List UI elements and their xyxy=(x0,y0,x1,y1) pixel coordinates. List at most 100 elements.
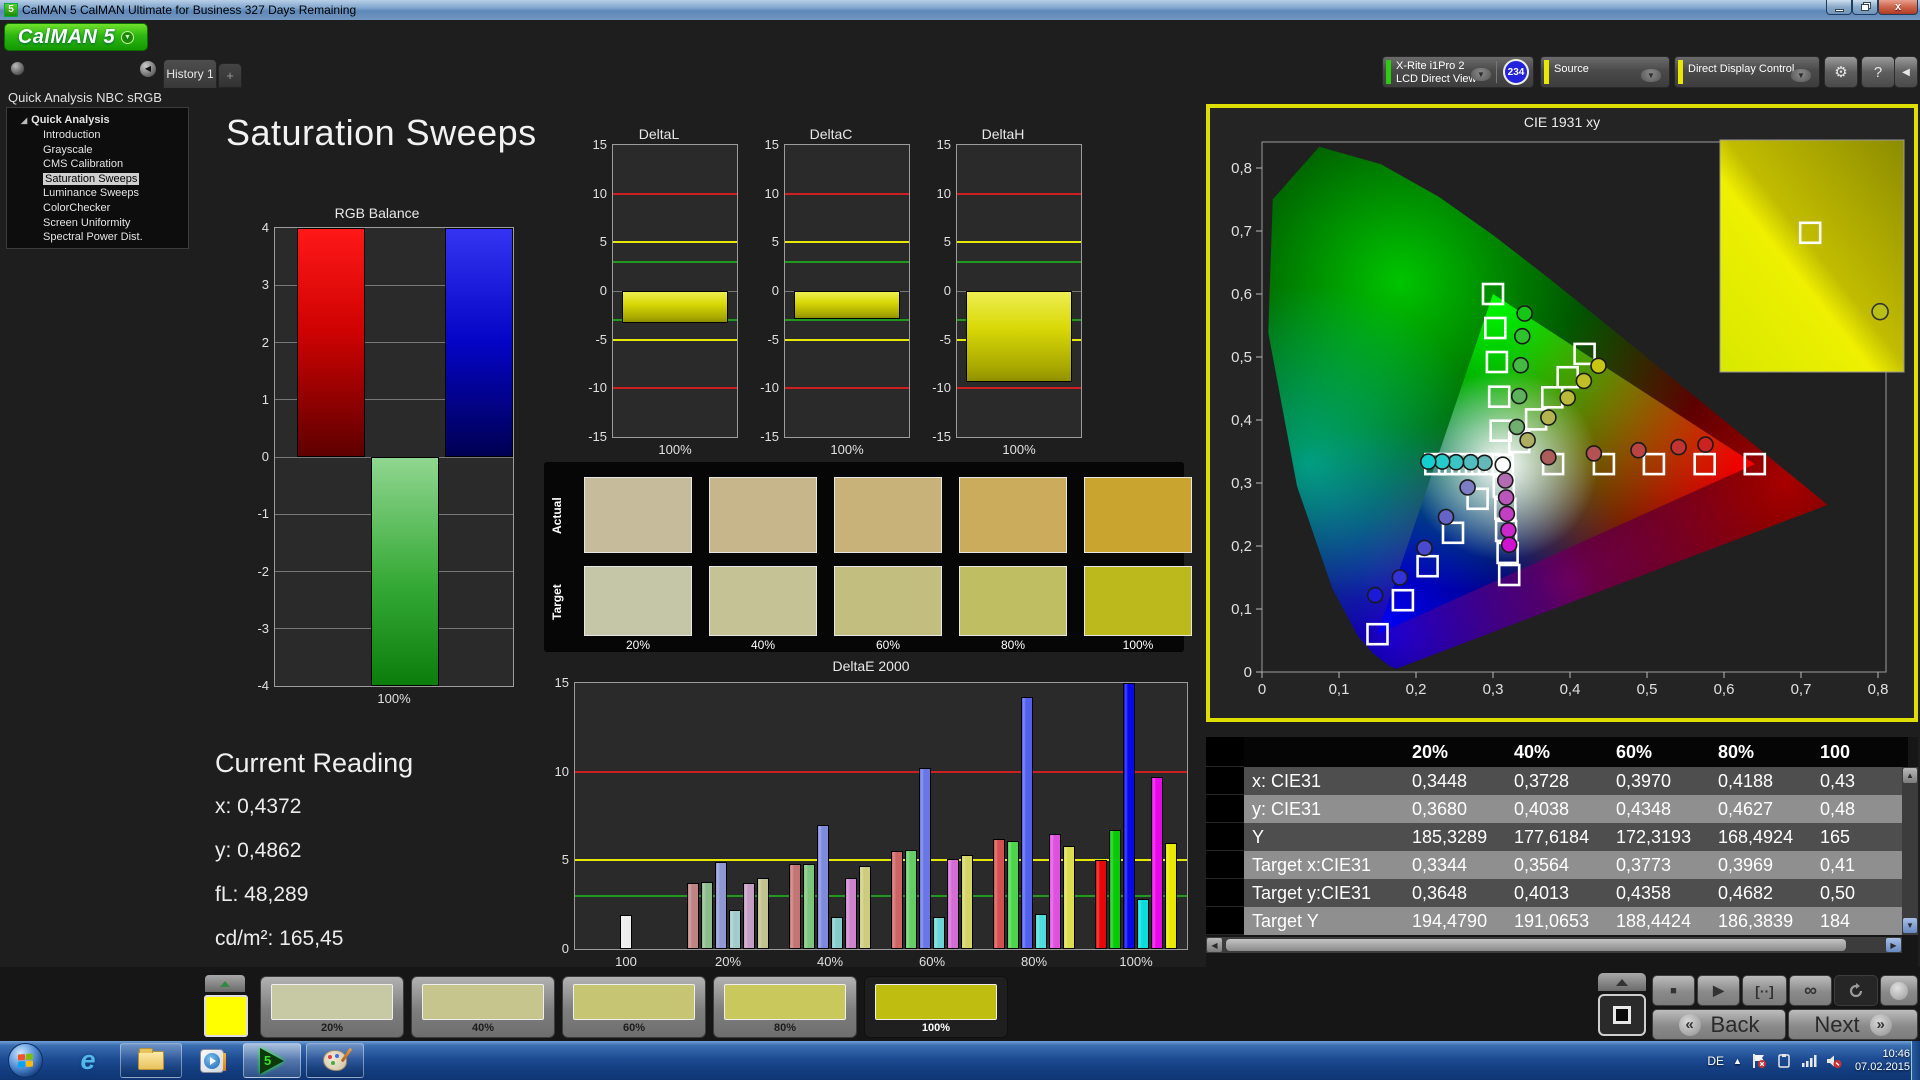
help-button[interactable]: ? xyxy=(1861,56,1895,88)
right-panel-collapse-button[interactable]: ◀ xyxy=(1894,56,1918,88)
sidebar-item-spectral-power-dist-[interactable]: Spectral Power Dist. xyxy=(7,230,188,245)
limit-line xyxy=(957,193,1081,195)
meter-count-badge[interactable]: 234 xyxy=(1503,59,1529,85)
current-pattern-swatch[interactable] xyxy=(204,995,248,1037)
record-button[interactable] xyxy=(1880,975,1918,1006)
deltae-bar xyxy=(859,866,871,949)
refresh-button[interactable] xyxy=(1834,975,1878,1006)
language-indicator[interactable]: DE xyxy=(1707,1054,1724,1068)
table-value-cell: 184 xyxy=(1812,907,1908,935)
restore-button[interactable] xyxy=(1852,0,1878,15)
settings-button[interactable]: ⚙ xyxy=(1824,56,1858,88)
pattern-level-40[interactable]: 40% xyxy=(411,976,555,1038)
cie-measured-point xyxy=(1541,450,1556,465)
scroll-down-button[interactable]: ▼ xyxy=(1903,918,1917,933)
cie-measured-point xyxy=(1460,480,1475,495)
add-tab-button[interactable]: + xyxy=(218,63,242,88)
deltae-bar xyxy=(947,859,959,949)
deltae-bar xyxy=(789,864,801,949)
source-dropdown[interactable]: Source ▼ xyxy=(1540,56,1670,88)
stop-button[interactable]: ■ xyxy=(1652,975,1695,1006)
media-player-icon[interactable] xyxy=(190,1043,234,1078)
scroll-left-button[interactable]: ◀ xyxy=(1207,938,1222,952)
internet-explorer-icon[interactable]: e xyxy=(68,1043,108,1078)
svg-text:0,1: 0,1 xyxy=(1231,601,1252,618)
target-swatch xyxy=(584,566,692,636)
sidebar-item-luminance-sweeps[interactable]: Luminance Sweeps xyxy=(7,186,188,201)
y-tick-label: -10 xyxy=(921,380,951,395)
back-button[interactable]: « Back xyxy=(1652,1009,1786,1040)
paint-taskbar-icon[interactable] xyxy=(306,1043,364,1078)
next-button[interactable]: Next » xyxy=(1788,1009,1918,1040)
start-button[interactable] xyxy=(8,1043,43,1078)
reading-fl: fL: 48,289 xyxy=(215,883,308,907)
meter-dropdown[interactable]: X-Rite i1Pro 2 LCD Direct View ▼ 234 xyxy=(1382,56,1534,88)
rgb-balance-plot: 43210-1-2-3-4 xyxy=(274,227,514,687)
pattern-level-label: 20% xyxy=(261,1022,403,1034)
table-value-cell: 0,4013 xyxy=(1506,879,1608,907)
table-value-cell: 0,3728 xyxy=(1506,767,1608,795)
delta-bar xyxy=(794,291,900,319)
calman-logo[interactable]: CalMAN 5 ▼ xyxy=(4,23,148,51)
close-icon: x xyxy=(1895,1,1901,13)
table-gutter xyxy=(1206,767,1244,795)
action-center-icon[interactable] xyxy=(1751,1053,1767,1069)
sidebar-item-introduction[interactable]: Introduction xyxy=(7,128,188,143)
play-button[interactable]: ▶ xyxy=(1697,975,1740,1006)
close-button[interactable]: x xyxy=(1878,0,1918,15)
chevron-up-icon xyxy=(1616,979,1628,986)
svg-text:0,5: 0,5 xyxy=(1637,681,1658,698)
sidebar-collapse-button[interactable]: ◀ xyxy=(140,61,156,77)
deltae-bar xyxy=(1035,914,1047,949)
svg-text:0,4: 0,4 xyxy=(1560,681,1581,698)
network-icon[interactable] xyxy=(1801,1053,1817,1069)
show-desktop-button[interactable] xyxy=(1911,1041,1920,1080)
sidebar-item-colorchecker[interactable]: ColorChecker xyxy=(7,201,188,216)
table-header-row: 20%40%60%80%100 xyxy=(1206,737,1918,767)
target-swatch xyxy=(709,566,817,636)
pattern-window-button[interactable] xyxy=(1598,994,1646,1036)
pattern-level-80[interactable]: 80% xyxy=(713,976,857,1038)
minimize-button[interactable] xyxy=(1826,0,1852,15)
cie-measured-point xyxy=(1449,455,1464,470)
reading-y: y: 0,4862 xyxy=(215,839,301,863)
clock[interactable]: 10:46 07.02.2015 xyxy=(1855,1048,1910,1074)
tree-root-quick-analysis[interactable]: ◢Quick Analysis xyxy=(7,113,188,128)
deltae-bar xyxy=(757,878,769,949)
bracket-button[interactable]: [··] xyxy=(1742,975,1787,1006)
calman-taskbar-icon[interactable]: 5 xyxy=(243,1043,301,1078)
display-control-label: Direct Display Control xyxy=(1688,63,1794,76)
table-gutter xyxy=(1206,879,1244,907)
deltae-bar xyxy=(905,850,917,949)
pattern-level-20[interactable]: 20% xyxy=(260,976,404,1038)
pattern-level-60[interactable]: 60% xyxy=(562,976,706,1038)
tray-expand-icon[interactable]: ▲ xyxy=(1733,1056,1742,1066)
y-tick-label: -3 xyxy=(239,621,269,636)
table-value-cell: 0,3773 xyxy=(1608,851,1710,879)
nav-record-icon[interactable] xyxy=(10,61,25,76)
sidebar-item-saturation-sweeps[interactable]: Saturation Sweeps xyxy=(7,172,188,187)
sidebar-item-screen-uniformity[interactable]: Screen Uniformity xyxy=(7,216,188,231)
horizontal-scroll-thumb[interactable] xyxy=(1226,939,1846,951)
pattern-collapse-button[interactable] xyxy=(205,975,245,992)
volume-muted-icon[interactable] xyxy=(1826,1053,1842,1069)
hardware-icon[interactable] xyxy=(1776,1053,1792,1069)
pattern-level-100[interactable]: 100% xyxy=(864,976,1008,1038)
tab-history-1[interactable]: History 1 xyxy=(163,59,217,88)
explorer-icon[interactable] xyxy=(120,1043,182,1078)
cie-measured-point xyxy=(1515,329,1530,344)
svg-text:0: 0 xyxy=(1258,681,1266,698)
transport-collapse-button[interactable] xyxy=(1598,973,1646,991)
sidebar-item-grayscale[interactable]: Grayscale xyxy=(7,143,188,158)
measurement-table: 20%40%60%80%100x: CIE310,34480,37280,397… xyxy=(1206,737,1918,967)
vertical-scrollbar[interactable] xyxy=(1902,767,1918,935)
cie-measured-point xyxy=(1586,446,1601,461)
display-control-dropdown[interactable]: Direct Display Control ▼ xyxy=(1674,56,1820,88)
x-axis-label: 100% xyxy=(274,691,514,706)
infinity-button[interactable]: ∞ xyxy=(1789,975,1832,1006)
deltae-bar xyxy=(1137,899,1149,949)
sidebar-item-cms-calibration[interactable]: CMS Calibration xyxy=(7,157,188,172)
scroll-right-button[interactable]: ▶ xyxy=(1886,938,1901,952)
scroll-up-button[interactable]: ▲ xyxy=(1903,768,1917,783)
limit-line xyxy=(785,387,909,389)
